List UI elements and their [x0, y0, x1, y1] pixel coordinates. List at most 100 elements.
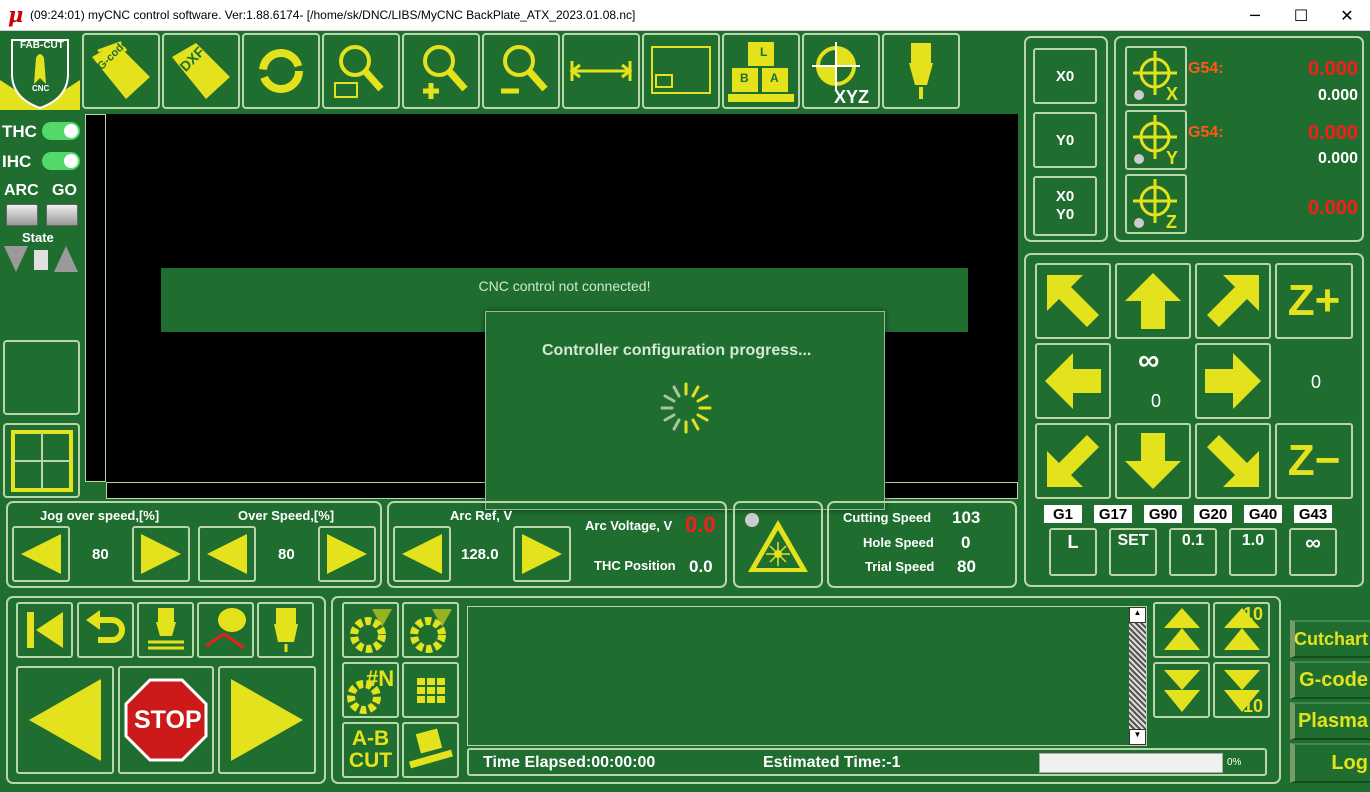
open-gcode-button[interactable]: G-code [82, 33, 160, 109]
skip-to-start-icon [26, 612, 63, 648]
go-label: GO [52, 182, 77, 199]
maximize-button[interactable]: ☐ [1278, 0, 1324, 31]
zero-y-button[interactable]: Y0 [1033, 112, 1097, 168]
reload-button[interactable] [242, 33, 320, 109]
overspeed-value: 80 [278, 546, 295, 563]
jog-down-button[interactable] [1115, 423, 1191, 499]
measure-button[interactable] [562, 33, 640, 109]
arc-label: ARC [4, 182, 39, 199]
window-title: (09:24:01) myCNC control software. Ver:1… [30, 8, 636, 22]
left-blank-button[interactable] [3, 340, 80, 415]
array-button[interactable] [402, 662, 459, 718]
logo: FAB-CUT CNC [0, 32, 80, 110]
tab-cutchart[interactable]: Cutchart [1290, 620, 1370, 658]
frame-icon [651, 46, 711, 94]
z-position: 0.000 [1307, 197, 1358, 219]
thc-label: THC [2, 122, 37, 141]
zero-xy-button[interactable]: X0 Y0 [1033, 176, 1097, 236]
jog-left-button[interactable] [1035, 343, 1111, 419]
scroll-down-10-button[interactable]: 10 [1213, 662, 1270, 718]
jog-z-plus-button[interactable]: Z+ [1275, 263, 1353, 339]
zoom-in-button[interactable] [402, 33, 480, 109]
arc-voltage-label: Arc Voltage, V [585, 518, 673, 533]
scroll-down-arrow-icon[interactable]: ▼ [1129, 729, 1146, 745]
jog-up-right-button[interactable] [1195, 263, 1271, 339]
triangle-right-icon [141, 534, 181, 574]
y-position: 0.000 [1307, 122, 1358, 144]
gcode-scrollbar[interactable]: ▲ ▼ [1129, 607, 1146, 745]
scroll-up-10-button[interactable]: 10 [1213, 602, 1270, 658]
progress-bar [1039, 753, 1223, 773]
plate-align-icon [408, 728, 453, 769]
stop-button[interactable]: STOP [118, 666, 214, 774]
zoom-fit-button[interactable] [322, 33, 400, 109]
goto-xyz-button[interactable]: XYZ [802, 33, 880, 109]
jog-speed-increase-button[interactable] [132, 526, 190, 582]
open-dxf-button[interactable]: DXF [162, 33, 240, 109]
zoom-out-button[interactable] [482, 33, 560, 109]
step-set-button[interactable]: SET [1109, 528, 1157, 576]
zoom-out-icon [501, 45, 548, 94]
overspeed-increase-button[interactable] [318, 526, 376, 582]
torch-test-button[interactable] [257, 602, 314, 658]
y-coord-system: G54: [1188, 124, 1224, 141]
jog-down-left-button[interactable] [1035, 423, 1111, 499]
hole-speed-value: 0 [961, 533, 971, 552]
show-frame-button[interactable] [642, 33, 720, 109]
double-arrow-up-icon [1163, 608, 1200, 650]
pierce-test-button[interactable] [197, 602, 254, 658]
jog-overspeed-label: Jog over speed,[%] [40, 508, 160, 523]
view-layout-button[interactable] [3, 423, 80, 498]
gcode-text-area[interactable] [467, 606, 1147, 746]
torch-height-button[interactable] [137, 602, 194, 658]
torch-button[interactable] [882, 33, 960, 109]
scroll-down-button[interactable] [1153, 662, 1210, 718]
jog-down-right-button[interactable] [1195, 423, 1271, 499]
rewind-button[interactable] [16, 602, 73, 658]
previous-pierce-button[interactable] [342, 602, 399, 658]
arc-ref-increase-button[interactable] [513, 526, 571, 582]
tab-plasma[interactable]: Plasma [1290, 702, 1370, 740]
plate-align-button[interactable] [402, 722, 459, 778]
goto-line-button[interactable]: #N [342, 662, 399, 718]
set-z-button[interactable] [1125, 174, 1187, 234]
jog-up-button[interactable] [1115, 263, 1191, 339]
z-step-value: 0 [1311, 372, 1322, 392]
keyboard-button[interactable]: L B A [722, 33, 800, 109]
arc-ref-decrease-button[interactable] [393, 526, 451, 582]
return-button[interactable] [77, 602, 134, 658]
arc-indicator [6, 204, 38, 226]
zero-x-button[interactable]: X0 [1033, 48, 1097, 104]
ab-cut-button[interactable]: A-B CUT [342, 722, 399, 778]
laser-pointer-button[interactable] [738, 510, 818, 582]
step-l-button[interactable]: L [1049, 528, 1097, 576]
viewport-vruler [85, 114, 106, 482]
next-pierce-button[interactable] [402, 602, 459, 658]
arc-voltage-value: 0.0 [685, 512, 716, 537]
y-machine-position: 0.000 [1317, 150, 1358, 167]
jog-up-left-button[interactable] [1035, 263, 1111, 339]
progress-percent: 0% [1227, 757, 1242, 768]
jog-speed-decrease-button[interactable] [12, 526, 70, 582]
return-arrow-icon [85, 610, 125, 643]
ihc-label: IHC [2, 152, 32, 171]
jog-right-button[interactable] [1195, 343, 1271, 419]
arrow-left-icon [1045, 353, 1101, 409]
step-back-button[interactable] [16, 666, 114, 774]
close-button[interactable]: ✕ [1324, 0, 1370, 31]
ihc-toggle[interactable] [42, 152, 80, 170]
triangle-left-icon [402, 534, 442, 574]
step-0-1-button[interactable]: 0.1 [1169, 528, 1217, 576]
scroll-up-button[interactable] [1153, 602, 1210, 658]
minimize-button[interactable]: ─ [1232, 0, 1278, 31]
torch-icon [909, 43, 933, 99]
overspeed-decrease-button[interactable] [198, 526, 256, 582]
tab-log[interactable]: Log [1290, 743, 1370, 783]
step-continuous-button[interactable]: ∞ [1289, 528, 1337, 576]
jog-z-minus-button[interactable]: Z− [1275, 423, 1353, 499]
scroll-up-arrow-icon[interactable]: ▲ [1129, 607, 1146, 623]
step-1-0-button[interactable]: 1.0 [1229, 528, 1277, 576]
tab-gcode[interactable]: G-code [1290, 661, 1370, 699]
start-button[interactable] [218, 666, 316, 774]
thc-toggle[interactable] [42, 122, 80, 140]
